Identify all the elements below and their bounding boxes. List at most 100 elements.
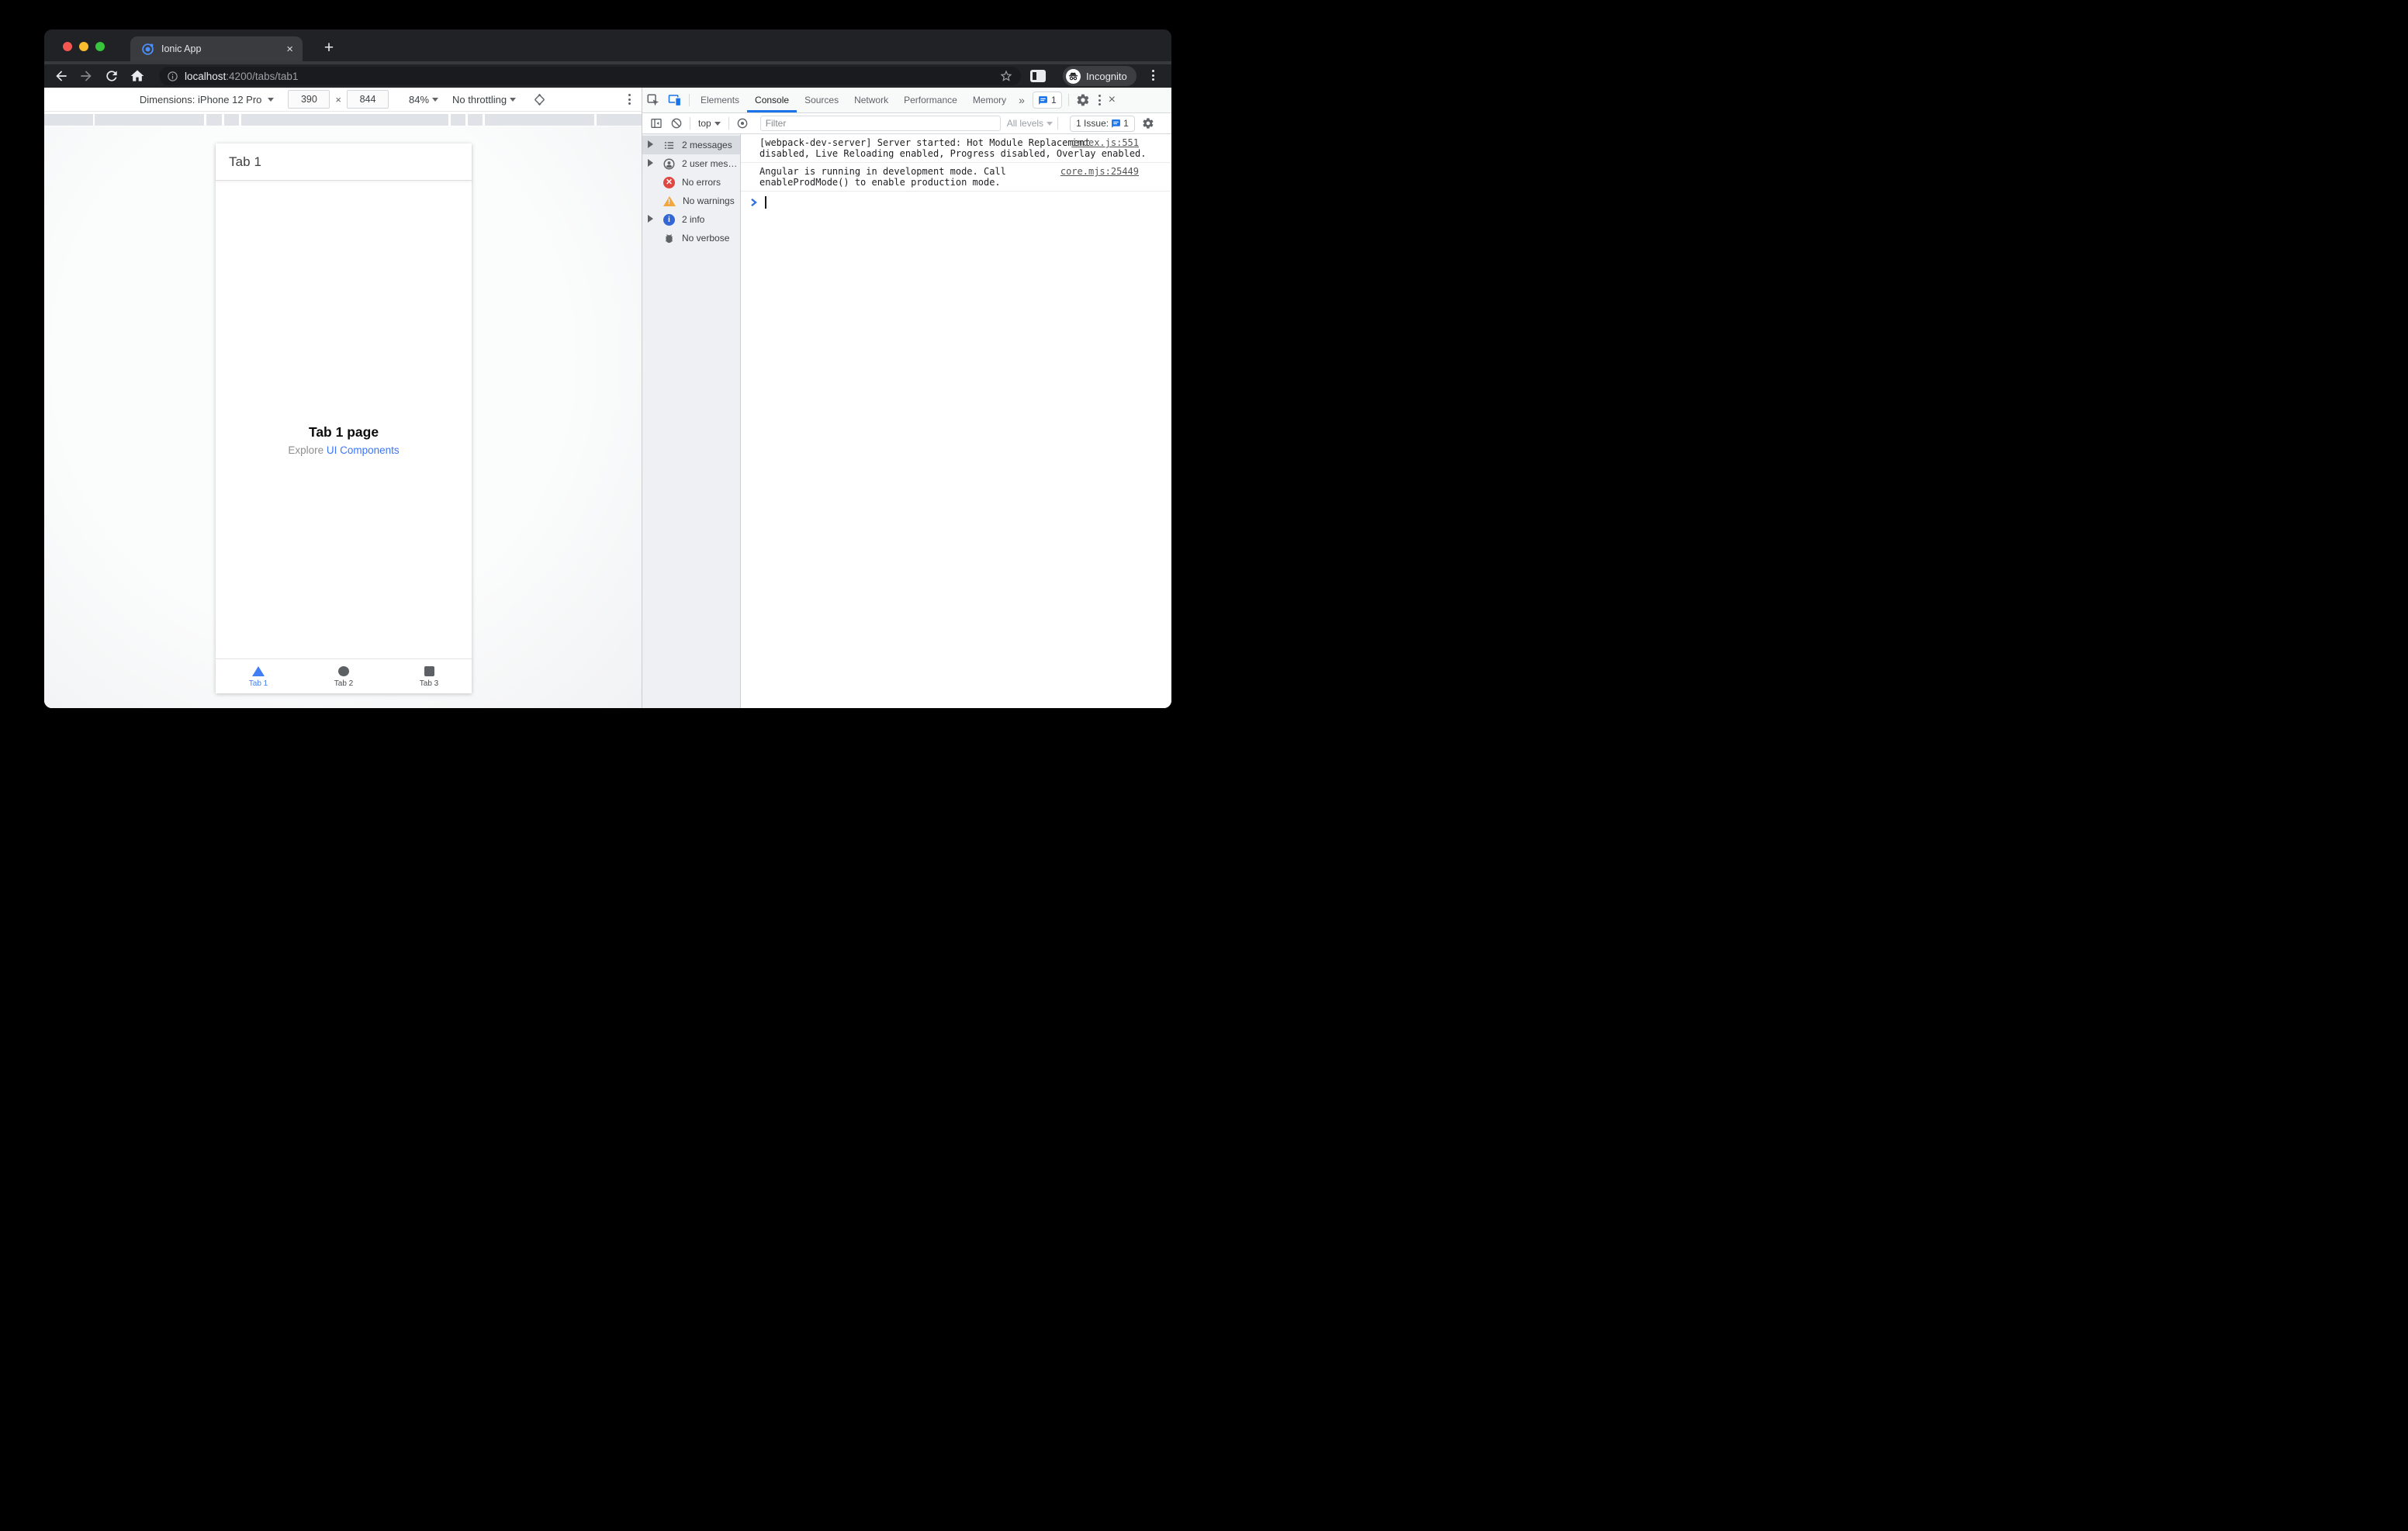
app-tab-1[interactable]: Tab 1 xyxy=(216,659,301,693)
rotate-device-icon[interactable] xyxy=(533,93,546,106)
device-viewport: Tab 1 Tab 1 page Explore UI Components T… xyxy=(216,143,472,693)
bug-icon xyxy=(663,233,675,244)
issues-counter-button[interactable]: 1 xyxy=(1032,92,1062,109)
issues-button[interactable]: 1 Issue: 1 xyxy=(1070,115,1135,132)
sidebar-item-label: 2 messages xyxy=(682,140,732,150)
app-welcome-block: Tab 1 page Explore UI Components xyxy=(216,424,472,456)
console-messages: [webpack-dev-server] Server started: Hot… xyxy=(741,134,1171,708)
devtools-close-icon[interactable]: × xyxy=(1109,93,1116,107)
sidebar-item-label: No errors xyxy=(682,177,721,188)
traffic-zoom-button[interactable] xyxy=(95,42,105,51)
context-selector[interactable]: top xyxy=(698,118,721,129)
sidebar-item-verbose[interactable]: No verbose xyxy=(642,229,740,247)
throttling-dropdown[interactable]: No throttling xyxy=(452,94,507,105)
sidebar-item-warnings[interactable]: No warnings xyxy=(642,192,740,210)
tab-performance[interactable]: Performance xyxy=(896,88,965,112)
issues-count: 1 xyxy=(1050,95,1057,105)
more-tabs-icon[interactable]: » xyxy=(1019,94,1025,106)
media-query-bar[interactable] xyxy=(44,112,642,126)
console-prompt[interactable] xyxy=(741,192,1171,209)
explore-text: Explore xyxy=(288,444,327,456)
console-filter-input[interactable] xyxy=(759,116,1001,131)
chevron-down-icon xyxy=(510,97,517,102)
side-panel-icon[interactable] xyxy=(1030,70,1046,82)
ionic-favicon xyxy=(142,43,154,55)
back-button[interactable] xyxy=(54,68,69,84)
dimensions-separator: × xyxy=(335,93,341,105)
error-icon: ✕ xyxy=(663,176,675,188)
console-sidebar-toggle-icon[interactable] xyxy=(650,117,663,130)
tab-console[interactable]: Console xyxy=(747,88,797,112)
console-message: [webpack-dev-server] Server started: Hot… xyxy=(741,134,1171,163)
new-tab-button[interactable]: + xyxy=(317,36,341,60)
url-text: localhost:4200/tabs/tab1 xyxy=(185,71,298,82)
text-cursor xyxy=(765,196,766,209)
console-settings-gear-icon[interactable] xyxy=(1142,117,1154,130)
list-icon xyxy=(663,140,675,151)
settings-gear-icon[interactable] xyxy=(1076,93,1090,107)
tab-memory[interactable]: Memory xyxy=(965,88,1014,112)
tab-elements[interactable]: Elements xyxy=(693,88,747,112)
device-width-input[interactable] xyxy=(288,90,330,109)
tab-close-icon[interactable]: × xyxy=(285,42,295,57)
console-message-line: disabled, Live Reloading enabled, Progre… xyxy=(759,147,1147,159)
expand-triangle-icon[interactable] xyxy=(648,214,657,225)
sidebar-item-label: 2 user mes… xyxy=(682,158,738,169)
device-pane: Dimensions: iPhone 12 Pro × 84% No throt… xyxy=(44,88,642,708)
traffic-minimize-button[interactable] xyxy=(79,42,88,51)
browser-menu-icon[interactable] xyxy=(1152,70,1154,81)
devtools-menu-icon[interactable] xyxy=(1098,95,1101,105)
issues-chat-icon xyxy=(1112,119,1120,128)
tab-network[interactable]: Network xyxy=(846,88,896,112)
devtools-tab-bar: Elements Console Sources Network Perform… xyxy=(642,88,1171,113)
traffic-close-button[interactable] xyxy=(63,42,72,51)
url-path: :4200/tabs/tab1 xyxy=(226,70,299,82)
console-body: 2 messages 2 user mes… ✕ No errors ! No … xyxy=(642,134,1171,708)
forward-button[interactable] xyxy=(78,68,94,84)
sidebar-item-errors[interactable]: ✕ No errors xyxy=(642,173,740,192)
device-toolbar-toggle-icon[interactable] xyxy=(668,93,682,107)
issues-chat-icon xyxy=(1039,95,1047,105)
source-link[interactable]: core.mjs:25449 xyxy=(1060,166,1139,178)
sidebar-item-user-messages[interactable]: 2 user mes… xyxy=(642,154,740,173)
site-info-icon[interactable] xyxy=(167,71,178,82)
prompt-chevron-icon xyxy=(751,198,757,207)
app-content: Tab 1 page Explore UI Components xyxy=(216,181,472,658)
app-tab-2[interactable]: Tab 2 xyxy=(301,659,386,693)
app-tab-label: Tab 3 xyxy=(419,679,439,688)
chevron-down-icon xyxy=(432,97,439,102)
device-stage: Tab 1 Tab 1 page Explore UI Components T… xyxy=(44,126,642,708)
log-levels-dropdown[interactable]: All levels xyxy=(1007,118,1054,129)
expand-triangle-icon[interactable] xyxy=(648,158,657,169)
browser-window: Ionic App × + localhost:4200/tabs/tab1 I… xyxy=(44,29,1171,708)
device-toolbar-menu-icon[interactable] xyxy=(628,94,631,105)
sidebar-item-messages[interactable]: 2 messages xyxy=(642,136,740,154)
window-content: Dimensions: iPhone 12 Pro × 84% No throt… xyxy=(44,88,1171,708)
chevron-down-icon xyxy=(1047,122,1054,126)
browser-toolbar: localhost:4200/tabs/tab1 Incognito xyxy=(44,64,1171,88)
tab-sources[interactable]: Sources xyxy=(797,88,846,112)
clear-console-icon[interactable] xyxy=(670,117,683,130)
dimensions-dropdown[interactable]: Dimensions: iPhone 12 Pro xyxy=(140,94,262,105)
url-bar[interactable]: localhost:4200/tabs/tab1 xyxy=(159,67,1021,85)
inspect-element-icon[interactable] xyxy=(646,93,660,107)
console-message: Angular is running in development mode. … xyxy=(741,163,1171,192)
tab-title: Ionic App xyxy=(161,43,202,54)
device-toolbar: Dimensions: iPhone 12 Pro × 84% No throt… xyxy=(44,88,642,112)
browser-tab[interactable]: Ionic App × xyxy=(130,36,303,61)
expand-triangle-icon[interactable] xyxy=(648,140,657,150)
bookmark-star-icon[interactable] xyxy=(999,69,1013,83)
screenshot-root: { "window": { "tab_title": "Ionic App", … xyxy=(0,0,1204,766)
incognito-badge[interactable]: Incognito xyxy=(1063,66,1137,86)
ui-components-link[interactable]: UI Components xyxy=(327,444,400,456)
device-height-input[interactable] xyxy=(347,90,389,109)
home-button[interactable] xyxy=(130,68,145,84)
issues-count: 1 xyxy=(1123,118,1129,129)
source-link[interactable]: index.js:551 xyxy=(1071,137,1139,149)
reload-button[interactable] xyxy=(104,68,119,84)
page-title: Tab 1 page xyxy=(308,424,379,440)
live-expression-eye-icon[interactable] xyxy=(736,117,749,130)
sidebar-item-info[interactable]: i 2 info xyxy=(642,210,740,229)
app-tab-3[interactable]: Tab 3 xyxy=(386,659,472,693)
zoom-dropdown[interactable]: 84% xyxy=(409,94,429,105)
